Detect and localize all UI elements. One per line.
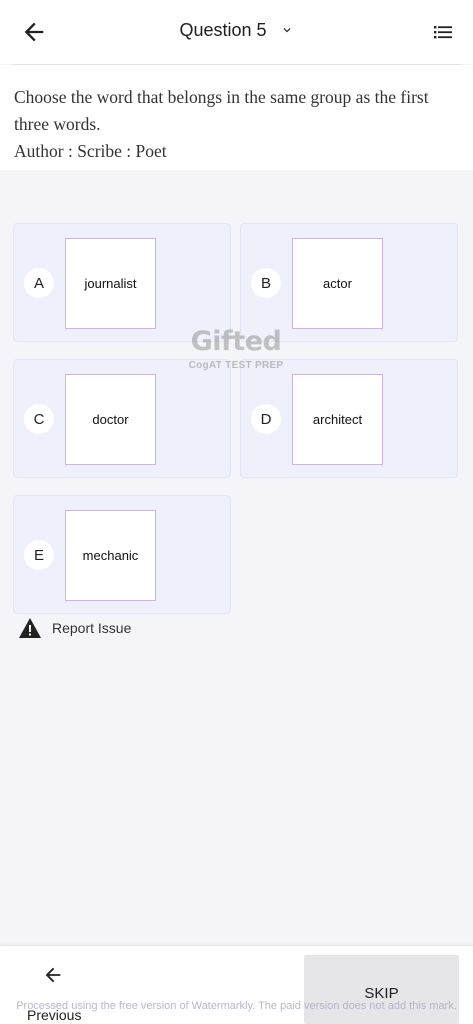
option-b[interactable]: B actor [240,223,458,342]
option-card: architect [292,374,383,465]
question-text: Choose the word that belongs in the same… [14,84,454,165]
warning-icon [19,618,41,638]
question-prompt: Choose the word that belongs in the same… [14,87,429,134]
option-card: actor [292,238,383,329]
arrow-left-icon [45,967,61,983]
option-letter: C [24,404,54,434]
previous-button[interactable]: Previous [20,958,90,1024]
top-bar: Question 5 [0,0,473,64]
option-a[interactable]: A journalist [13,223,231,342]
option-card: doctor [65,374,156,465]
page-title: Question 5 [179,20,267,40]
option-letter: B [251,268,281,298]
question-selector[interactable]: Question 5 [0,20,473,42]
option-letter: E [24,540,54,570]
watermark-notice: Processed using the free version of Wate… [16,1000,457,1012]
bottom-bar: Previous SKIP [0,946,473,1024]
list-icon [434,26,452,39]
brand-watermark: Gifted CogAT TEST PREP [180,326,292,376]
report-issue-label: Report Issue [52,620,132,636]
watermark-brand: Gifted [190,326,282,357]
option-card: mechanic [65,510,156,601]
option-card: journalist [65,238,156,329]
option-e[interactable]: E mechanic [13,495,231,614]
question-words: Author : Scribe : Poet [14,141,167,161]
watermark-tagline: CogAT TEST PREP [188,360,284,371]
chevron-down-icon [280,21,294,42]
option-letter: A [24,268,54,298]
option-letter: D [251,404,281,434]
option-d[interactable]: D architect [240,359,458,478]
question-list-button[interactable] [431,20,455,44]
skip-button[interactable]: SKIP [304,955,459,1024]
option-c[interactable]: C doctor [13,359,231,478]
report-issue-link[interactable]: Report Issue [18,617,131,639]
